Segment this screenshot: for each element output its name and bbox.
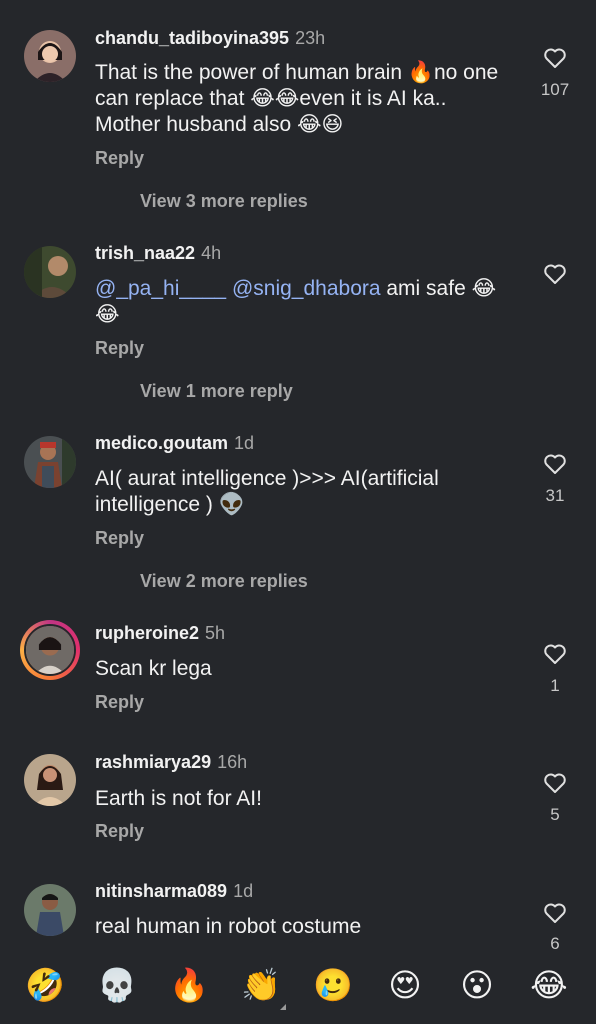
expand-corner-icon <box>280 1004 286 1010</box>
reaction-clap-button[interactable]: 👏 <box>238 960 284 1010</box>
view-more-replies-button[interactable]: View 1 more reply <box>140 381 293 402</box>
heart-outline-icon[interactable] <box>543 453 567 475</box>
comment-text: Earth is not for AI! <box>95 787 262 810</box>
comment-meta: trish_naa22 4h <box>95 243 221 264</box>
heart-outline-icon[interactable] <box>543 902 567 924</box>
quick-reaction-bar: 🤣 💀 🔥 👏 🥲 😍 😮 😂 <box>0 960 596 1016</box>
username[interactable]: trish_naa22 <box>95 243 195 263</box>
username[interactable]: nitinsharma089 <box>95 881 227 901</box>
reaction-fire-button[interactable]: 🔥 <box>166 960 212 1010</box>
comment-meta: nitinsharma089 1d <box>95 881 253 902</box>
avatar[interactable] <box>24 246 76 298</box>
reply-button[interactable]: Reply <box>95 148 144 169</box>
view-more-replies-button[interactable]: View 2 more replies <box>140 571 308 592</box>
like-count: 107 <box>540 80 570 99</box>
timestamp: 5h <box>205 623 226 643</box>
timestamp: 4h <box>201 243 222 263</box>
timestamp: 23h <box>295 28 326 48</box>
reaction-tear-smile-button[interactable]: 🥲 <box>310 960 356 1010</box>
avatar[interactable] <box>24 30 76 82</box>
comment-meta: chandu_tadiboyina395 23h <box>95 28 325 49</box>
like-count: 6 <box>550 934 560 953</box>
reaction-surprised-button[interactable]: 😮 <box>454 960 500 1010</box>
heart-outline-icon[interactable] <box>543 263 567 285</box>
like-count: 5 <box>550 805 560 824</box>
username[interactable]: rupheroine2 <box>95 623 199 643</box>
username[interactable]: rashmiarya29 <box>95 752 211 772</box>
like-count: 31 <box>545 486 565 505</box>
comment-text: @_pa_hi____ @snig_dhabora ami safe 😂😂 <box>95 276 515 328</box>
avatar[interactable] <box>24 754 76 806</box>
mention-link[interactable]: @_pa_hi____ <box>95 277 226 300</box>
mention-link[interactable]: @snig_dhabora <box>232 277 381 300</box>
comment-text: real human in robot costume <box>95 915 362 938</box>
reaction-rofl-button[interactable]: 🤣 <box>22 960 68 1010</box>
comment-meta: rashmiarya29 16h <box>95 752 247 773</box>
reaction-skull-button[interactable]: 💀 <box>94 960 140 1010</box>
reply-button[interactable]: Reply <box>95 528 144 549</box>
like-count: 1 <box>550 676 560 695</box>
heart-outline-icon[interactable] <box>543 643 567 665</box>
reaction-heart-eyes-button[interactable]: 😍 <box>382 960 428 1010</box>
username[interactable]: chandu_tadiboyina395 <box>95 28 289 48</box>
reply-button[interactable]: Reply <box>95 692 144 713</box>
reaction-laugh-button[interactable]: 😂 <box>526 960 572 1010</box>
comment-text: Scan kr lega <box>95 657 212 680</box>
timestamp: 16h <box>217 752 248 772</box>
username[interactable]: medico.goutam <box>95 433 228 453</box>
view-more-replies-button[interactable]: View 3 more replies <box>140 191 308 212</box>
avatar[interactable] <box>24 884 76 936</box>
avatar-story-ring[interactable] <box>20 620 80 680</box>
heart-outline-icon[interactable] <box>543 47 567 69</box>
avatar[interactable] <box>24 436 76 488</box>
timestamp: 1d <box>233 881 254 901</box>
timestamp: 1d <box>234 433 255 453</box>
reply-button[interactable]: Reply <box>95 821 144 842</box>
comment-meta: medico.goutam 1d <box>95 433 254 454</box>
comment-text: That is the power of human brain 🔥no one… <box>95 61 499 136</box>
comment-text: AI( aurat intelligence )>>> AI(artificia… <box>95 467 439 516</box>
heart-outline-icon[interactable] <box>543 772 567 794</box>
comment-meta: rupheroine2 5h <box>95 623 225 644</box>
reply-button[interactable]: Reply <box>95 338 144 359</box>
